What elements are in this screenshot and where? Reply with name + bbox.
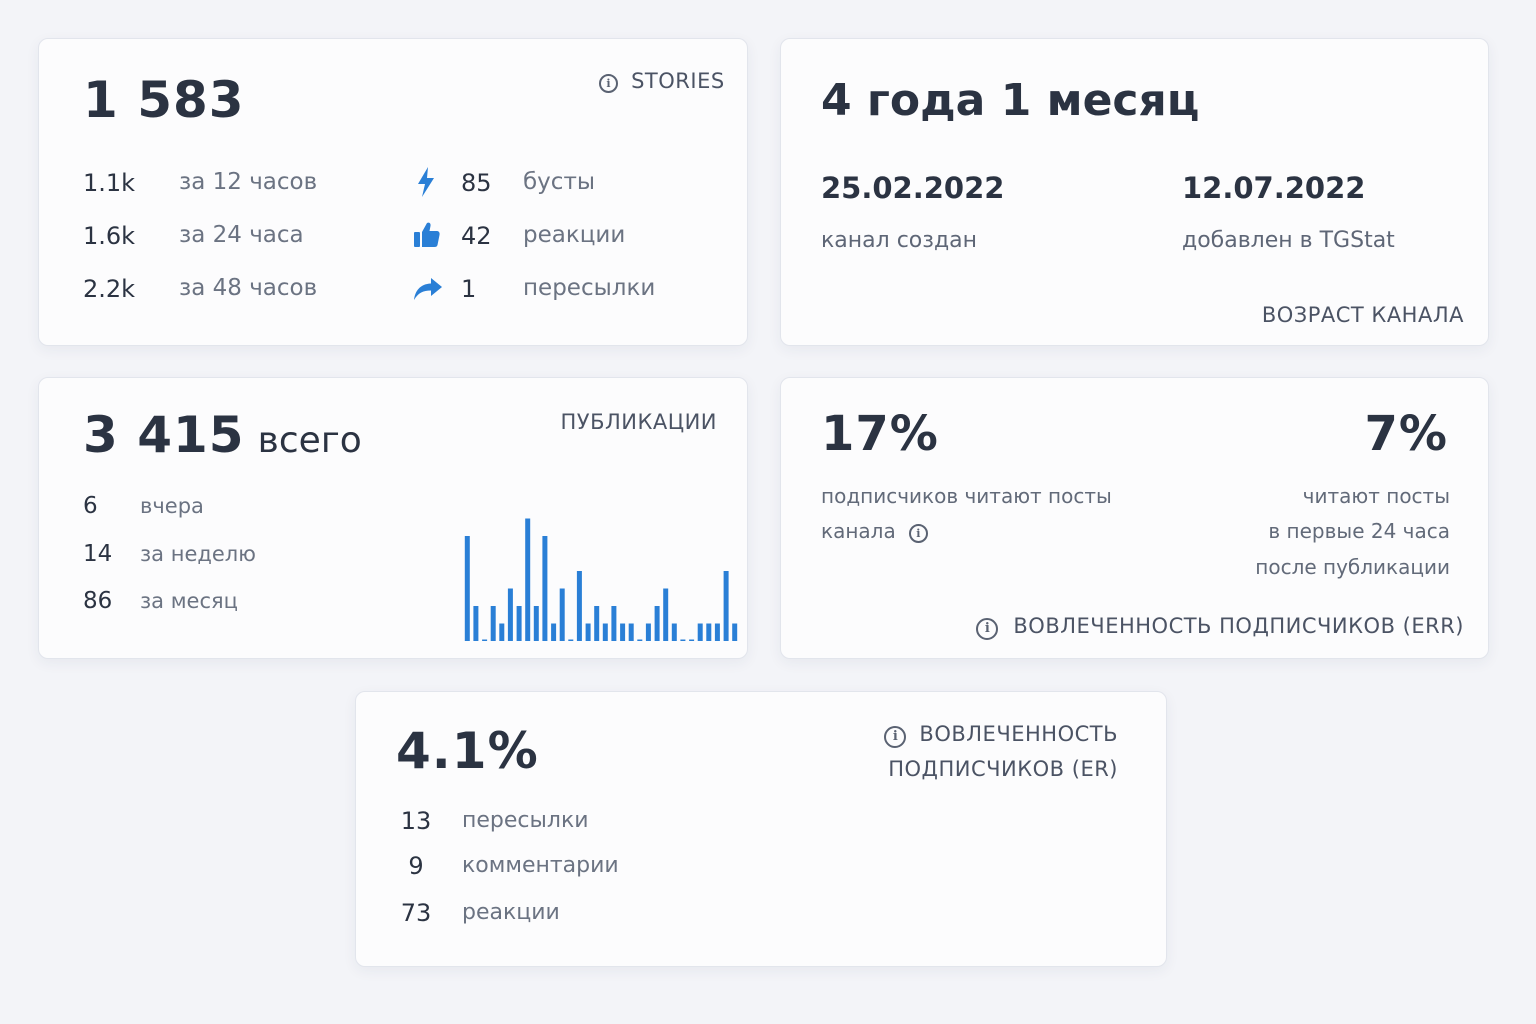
er-row-value: 73 bbox=[400, 899, 432, 927]
err-left-label-1: подписчиков читают посты bbox=[821, 484, 1112, 508]
chart-bar bbox=[671, 623, 677, 641]
chart-bar bbox=[706, 623, 712, 641]
boosts-value: 85 bbox=[461, 169, 492, 197]
info-icon[interactable]: i bbox=[908, 524, 928, 543]
err-left-value: 17% bbox=[821, 406, 939, 462]
err-right-value: 7% bbox=[1364, 406, 1448, 462]
er-title-line-1: ВОВЛЕЧЕННОСТЬ bbox=[919, 722, 1118, 746]
publications-total: 3 415 всего bbox=[83, 406, 362, 464]
chart-bar bbox=[654, 606, 660, 641]
boosts-label: бусты bbox=[523, 169, 595, 195]
added-label: добавлен в TGStat bbox=[1182, 228, 1395, 253]
er-title-line-1-row: i ВОВЛЕЧЕННОСТЬ bbox=[884, 722, 1118, 748]
stories-period-value: 1.1k bbox=[83, 169, 136, 197]
err-left-label-2-row: канала i bbox=[821, 519, 928, 543]
created-date: 25.02.2022 bbox=[821, 171, 1005, 205]
channel-age-card: 4 года 1 месяц 25.02.2022 канал создан 1… bbox=[780, 38, 1489, 346]
chart-bar bbox=[525, 518, 531, 641]
chart-bar bbox=[490, 606, 496, 641]
chart-bar bbox=[697, 623, 703, 641]
er-title-line-2: ПОДПИСЧИКОВ (ER) bbox=[888, 756, 1118, 781]
publications-period-value: 14 bbox=[83, 541, 113, 567]
channel-age-headline: 4 года 1 месяц bbox=[821, 75, 1200, 126]
chart-bar bbox=[533, 606, 539, 641]
share-arrow-icon bbox=[414, 278, 442, 300]
stories-period-value: 2.2k bbox=[83, 275, 136, 303]
stories-period-label: за 24 часа bbox=[179, 222, 304, 248]
chart-bar bbox=[663, 588, 669, 641]
chart-bar bbox=[585, 623, 591, 641]
er-row-label: реакции bbox=[462, 900, 560, 925]
chart-bar bbox=[602, 623, 608, 641]
chart-bar bbox=[576, 571, 582, 641]
info-icon[interactable]: i bbox=[884, 725, 907, 748]
publications-title: ПУБЛИКАЦИИ bbox=[560, 410, 717, 434]
reactions-label: реакции bbox=[523, 222, 626, 248]
chart-bar bbox=[611, 606, 617, 641]
chart-bar bbox=[637, 639, 643, 641]
chart-bar bbox=[714, 623, 720, 641]
channel-age-title: ВОЗРАСТ КАНАЛА bbox=[1261, 303, 1464, 327]
err-right-label-3: после публикации bbox=[1255, 555, 1450, 579]
publications-total-suffix: всего bbox=[257, 420, 362, 461]
reactions-value: 42 bbox=[461, 222, 492, 250]
chart-bar bbox=[464, 536, 470, 641]
publications-period-label: вчера bbox=[140, 494, 204, 518]
chart-bar bbox=[620, 623, 626, 641]
chart-bar bbox=[568, 639, 574, 641]
stories-total: 1 583 bbox=[83, 71, 245, 129]
publications-period-label: за месяц bbox=[140, 589, 238, 613]
chart-bar bbox=[723, 571, 729, 641]
stories-period-value: 1.6k bbox=[83, 222, 136, 250]
chart-bar bbox=[628, 623, 634, 641]
chart-bar bbox=[516, 606, 522, 641]
created-label: канал создан bbox=[821, 228, 978, 253]
err-title-label: ВОВЛЕЧЕННОСТЬ ПОДПИСЧИКОВ (ERR) bbox=[1013, 614, 1464, 638]
publications-period-label: за неделю bbox=[140, 542, 256, 566]
publications-bar-chart bbox=[464, 518, 738, 641]
publications-card: 3 415 всего ПУБЛИКАЦИИ 6 вчера 14 за нед… bbox=[38, 377, 748, 659]
chart-bar bbox=[689, 639, 695, 641]
stories-title-label: STORIES bbox=[631, 69, 725, 93]
stories-card: 1 583 i STORIES 1.1k за 12 часов 1.6k за… bbox=[38, 38, 748, 346]
publications-period-value: 6 bbox=[83, 493, 98, 519]
chart-bar bbox=[507, 588, 513, 641]
lightning-icon bbox=[418, 167, 434, 197]
err-card: 17% подписчиков читают посты канала i 7%… bbox=[780, 377, 1489, 659]
forwards-label: пересылки bbox=[523, 275, 656, 301]
info-icon[interactable]: i bbox=[976, 617, 999, 640]
info-icon[interactable]: i bbox=[599, 74, 618, 93]
chart-bar bbox=[594, 606, 600, 641]
er-row-label: пересылки bbox=[462, 808, 589, 833]
err-left-label-2: канала bbox=[821, 519, 896, 543]
chart-bar bbox=[732, 623, 738, 641]
publications-total-value: 3 415 bbox=[83, 406, 245, 464]
publications-period-value: 86 bbox=[83, 588, 113, 614]
chart-bar bbox=[482, 639, 488, 641]
err-title: i ВОВЛЕЧЕННОСТЬ ПОДПИСЧИКОВ (ERR) bbox=[976, 614, 1464, 640]
er-row-value: 13 bbox=[400, 807, 432, 835]
chart-bar bbox=[559, 588, 565, 641]
chart-bar bbox=[473, 606, 479, 641]
stories-period-label: за 48 часов bbox=[179, 275, 318, 301]
stories-period-label: за 12 часов bbox=[179, 169, 318, 195]
err-right-label-1: читают посты bbox=[1302, 484, 1450, 508]
chart-bar bbox=[551, 623, 557, 641]
er-row-value: 9 bbox=[408, 852, 424, 880]
chart-bar bbox=[499, 623, 505, 641]
chart-bar bbox=[645, 623, 651, 641]
stories-title: i STORIES bbox=[599, 69, 725, 93]
er-value: 4.1% bbox=[396, 722, 539, 780]
thumbs-up-icon bbox=[414, 222, 440, 247]
chart-bar bbox=[680, 639, 686, 641]
er-title: i ВОВЛЕЧЕННОСТЬ ПОДПИСЧИКОВ (ER) bbox=[884, 722, 1118, 781]
chart-bar bbox=[542, 536, 548, 641]
forwards-value: 1 bbox=[461, 275, 477, 303]
er-row-label: комментарии bbox=[462, 853, 619, 878]
err-right-label-2: в первые 24 часа bbox=[1268, 519, 1450, 543]
er-card: 4.1% i ВОВЛЕЧЕННОСТЬ ПОДПИСЧИКОВ (ER) 13… bbox=[355, 691, 1167, 967]
added-date: 12.07.2022 bbox=[1182, 171, 1366, 205]
